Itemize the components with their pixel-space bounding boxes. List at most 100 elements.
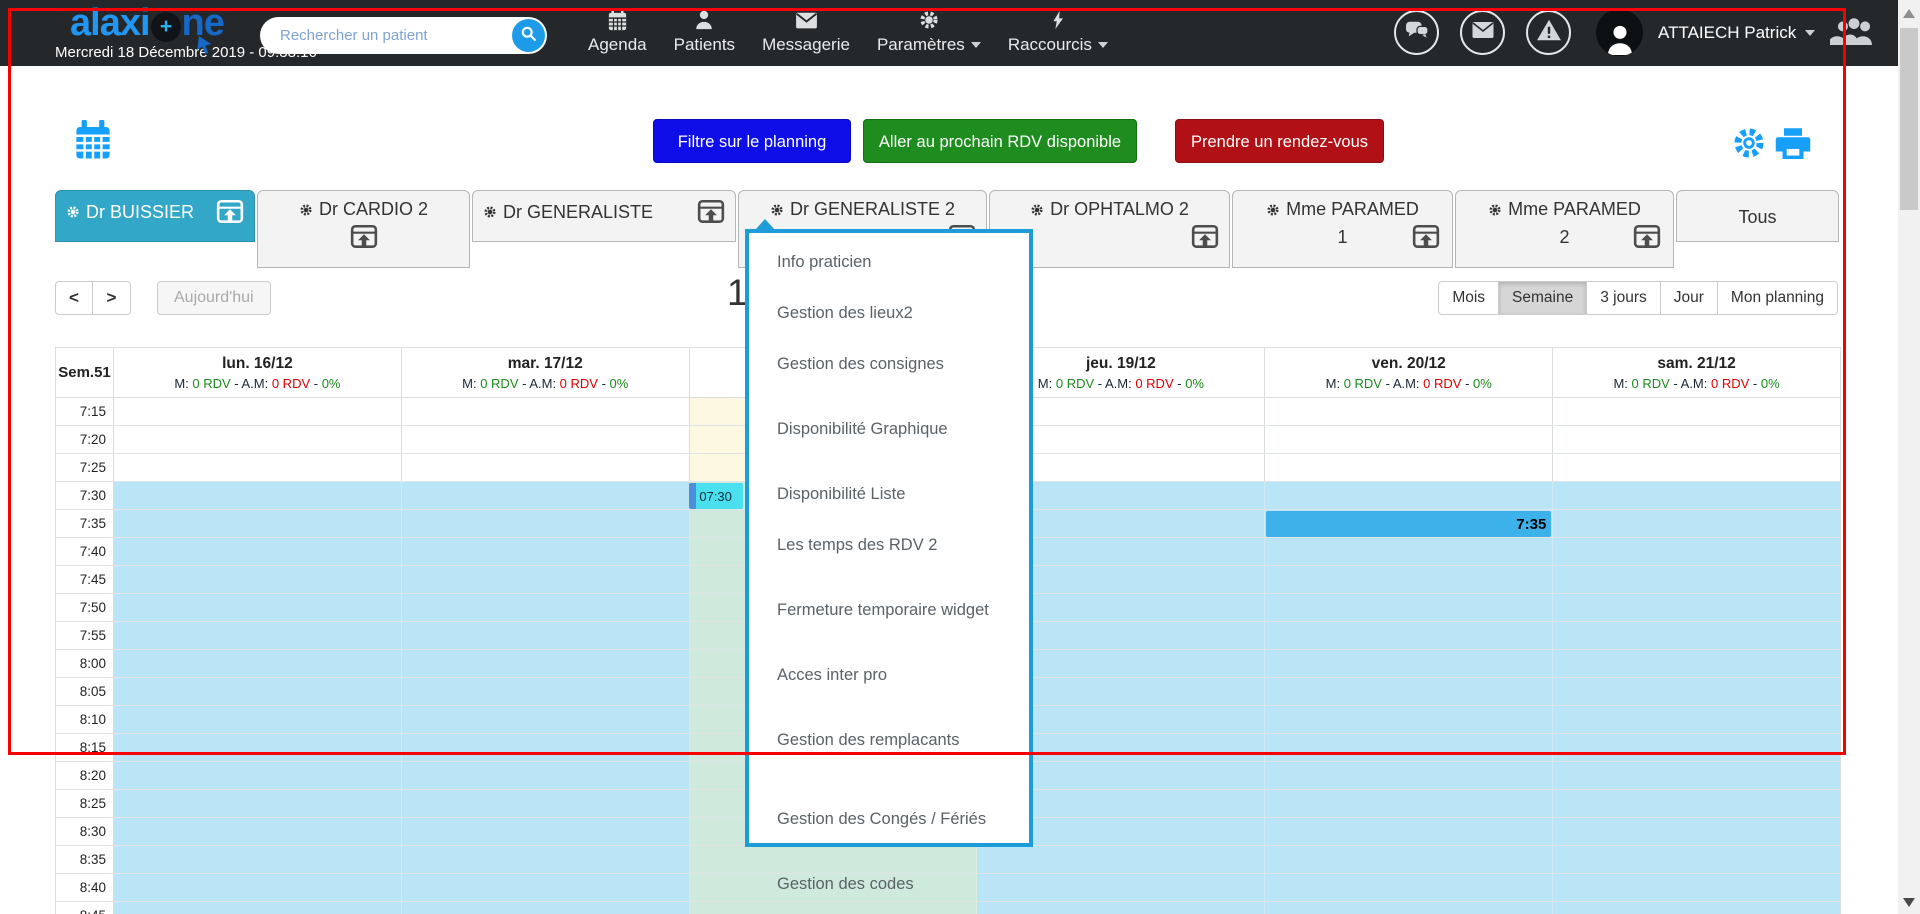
time-slot[interactable] [402,762,690,789]
time-slot[interactable] [402,510,690,537]
time-slot[interactable] [114,398,402,425]
view-button[interactable]: Jour [1661,281,1718,315]
context-menu-item[interactable]: Les temps des RDV 2 [777,520,1015,571]
day-header[interactable]: mar. 17/12M: 0 RDV - A.M: 0 RDV - 0% [402,348,690,397]
time-slot[interactable] [1265,790,1553,817]
print-icon[interactable] [1774,126,1812,167]
time-slot[interactable] [1553,678,1840,705]
context-menu-item[interactable]: Gestion des consignes [777,339,1015,390]
vertical-scrollbar[interactable] [1898,0,1920,914]
time-slot[interactable] [402,790,690,817]
day-header[interactable]: lun. 16/12M: 0 RDV - A.M: 0 RDV - 0% [114,348,402,397]
context-menu-item[interactable]: Disponibilité Liste [777,469,1015,520]
time-slot[interactable] [114,622,402,649]
time-slot[interactable] [402,454,690,481]
time-slot[interactable] [1265,454,1553,481]
time-slot[interactable] [1265,594,1553,621]
time-slot[interactable] [1553,762,1840,789]
time-slot[interactable] [1553,818,1840,845]
time-slot[interactable] [1553,482,1840,509]
time-slot[interactable] [402,874,690,901]
tab-mme-paramed-1[interactable]: Mme PARAMED 1 [1232,190,1453,268]
time-slot[interactable] [114,790,402,817]
time-slot[interactable] [1553,734,1840,761]
today-button[interactable]: Aujourd'hui [157,281,271,315]
time-slot[interactable] [1553,538,1840,565]
view-button[interactable]: Mon planning [1718,281,1838,315]
time-slot[interactable] [1553,650,1840,677]
time-slot[interactable] [1553,566,1840,593]
time-slot[interactable] [1265,734,1553,761]
time-slot[interactable] [114,538,402,565]
time-slot[interactable] [402,426,690,453]
time-slot[interactable] [1553,622,1840,649]
time-slot[interactable] [402,650,690,677]
time-slot[interactable] [114,846,402,873]
chat-button[interactable] [1394,10,1439,55]
time-slot[interactable] [1553,454,1840,481]
planning-calendar-icon[interactable] [72,120,114,167]
scroll-up-icon[interactable] [1903,9,1915,18]
time-slot[interactable] [114,734,402,761]
time-slot[interactable] [1553,398,1840,425]
time-slot[interactable] [1265,650,1553,677]
tab-dr-buissier[interactable]: Dr BUISSIER [55,190,255,242]
time-slot[interactable] [1553,902,1840,914]
time-slot[interactable] [402,566,690,593]
take-rdv-button[interactable]: Prendre un rendez-vous [1175,119,1384,163]
event-07-30[interactable]: 07:30 [689,483,743,509]
time-slot[interactable] [114,874,402,901]
time-slot[interactable] [114,566,402,593]
event-07-35[interactable]: 7:35 [1266,511,1552,537]
scroll-down-icon[interactable] [1903,898,1915,907]
search-input[interactable] [260,17,500,54]
users-group-icon[interactable] [1830,16,1878,57]
time-slot[interactable] [1265,398,1553,425]
time-slot[interactable] [114,510,402,537]
time-slot[interactable] [114,762,402,789]
menu-item-messagerie[interactable]: Messagerie [762,7,850,55]
tab-mme-paramed-2[interactable]: Mme PARAMED 2 [1455,190,1674,268]
time-slot[interactable] [1265,566,1553,593]
alert-button[interactable] [1526,10,1571,55]
context-menu-item[interactable]: Disponibilité Graphique [777,390,1015,469]
time-slot[interactable] [1265,538,1553,565]
time-slot[interactable] [402,818,690,845]
day-header[interactable]: ven. 20/12M: 0 RDV - A.M: 0 RDV - 0% [1265,348,1553,397]
time-slot[interactable] [1553,706,1840,733]
time-slot[interactable] [402,902,690,914]
time-slot[interactable] [1265,902,1553,914]
time-slot[interactable] [1553,594,1840,621]
time-slot[interactable] [114,594,402,621]
time-slot[interactable] [114,426,402,453]
time-slot[interactable] [402,846,690,873]
time-slot[interactable] [1265,482,1553,509]
context-menu-item[interactable]: Acces inter pro [777,650,1015,701]
time-slot[interactable] [114,482,402,509]
time-slot[interactable] [114,818,402,845]
time-slot[interactable] [402,594,690,621]
tab-dr-cardio-2[interactable]: Dr CARDIO 2 [257,190,470,268]
prev-week-button[interactable]: < [55,281,93,315]
time-slot[interactable] [114,650,402,677]
context-menu-item[interactable]: Fermeture temporaire widget [777,571,1015,650]
context-menu-item[interactable]: Gestion des lieux2 [777,288,1015,339]
time-slot[interactable] [1265,622,1553,649]
time-slot[interactable] [1265,874,1553,901]
time-slot[interactable] [1265,426,1553,453]
context-menu-item[interactable]: Gestion des remplacants [777,701,1015,780]
settings-gear-icon[interactable] [1731,125,1767,166]
time-slot[interactable] [1265,846,1553,873]
time-slot[interactable] [402,734,690,761]
time-slot[interactable] [402,538,690,565]
time-slot[interactable] [1265,762,1553,789]
view-button[interactable]: Mois [1438,281,1499,315]
time-slot[interactable] [1553,426,1840,453]
scrollbar-thumb[interactable] [1900,28,1918,210]
tab-tous[interactable]: Tous [1676,190,1839,242]
time-slot[interactable] [114,678,402,705]
mail-button[interactable] [1460,10,1505,55]
time-slot[interactable] [402,398,690,425]
context-menu-item[interactable]: Info praticien [777,237,1015,288]
time-slot[interactable] [114,902,402,914]
